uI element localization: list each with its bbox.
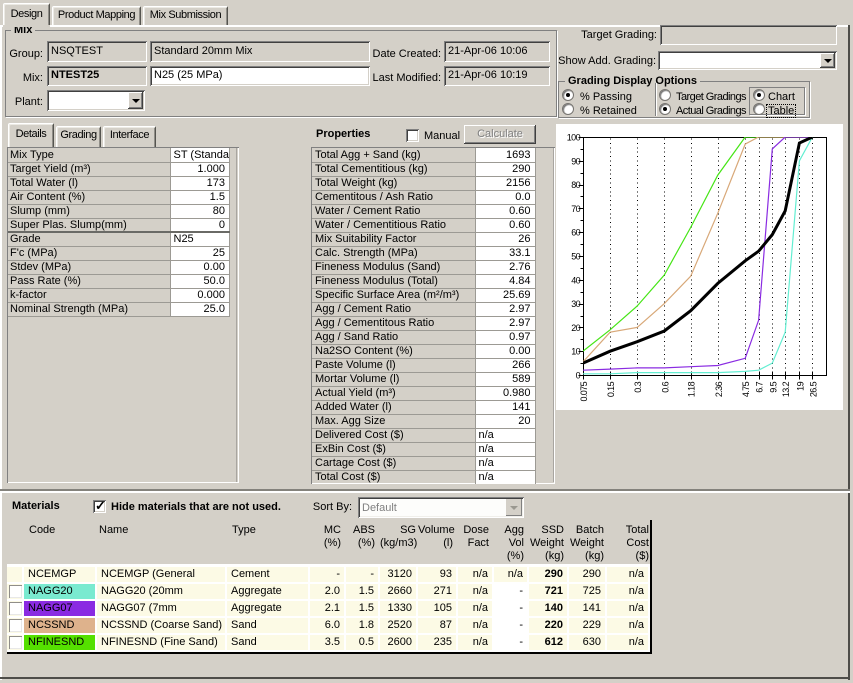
svg-text:0.3: 0.3 [633,381,643,392]
svg-text:80: 80 [571,180,580,190]
svg-text:50: 50 [571,252,580,262]
svg-text:90: 90 [571,156,580,166]
svg-text:40: 40 [571,275,580,285]
svg-text:10: 10 [571,347,580,357]
svg-text:100: 100 [567,133,581,143]
svg-text:1.18: 1.18 [687,381,697,397]
svg-text:19: 19 [795,381,805,390]
svg-text:0.075: 0.075 [579,381,589,401]
svg-text:26.5: 26.5 [808,381,818,397]
svg-text:60: 60 [571,228,580,238]
svg-text:2.36: 2.36 [714,381,724,397]
svg-text:9.5: 9.5 [768,381,778,392]
svg-text:0.15: 0.15 [606,381,616,397]
svg-text:30: 30 [571,299,580,309]
svg-text:70: 70 [571,204,580,214]
svg-text:4.75: 4.75 [741,381,751,397]
svg-text:0.6: 0.6 [660,381,670,392]
svg-text:0: 0 [576,371,581,381]
svg-text:20: 20 [571,323,580,333]
svg-text:6.7: 6.7 [755,381,765,392]
svg-text:13.2: 13.2 [781,381,791,397]
